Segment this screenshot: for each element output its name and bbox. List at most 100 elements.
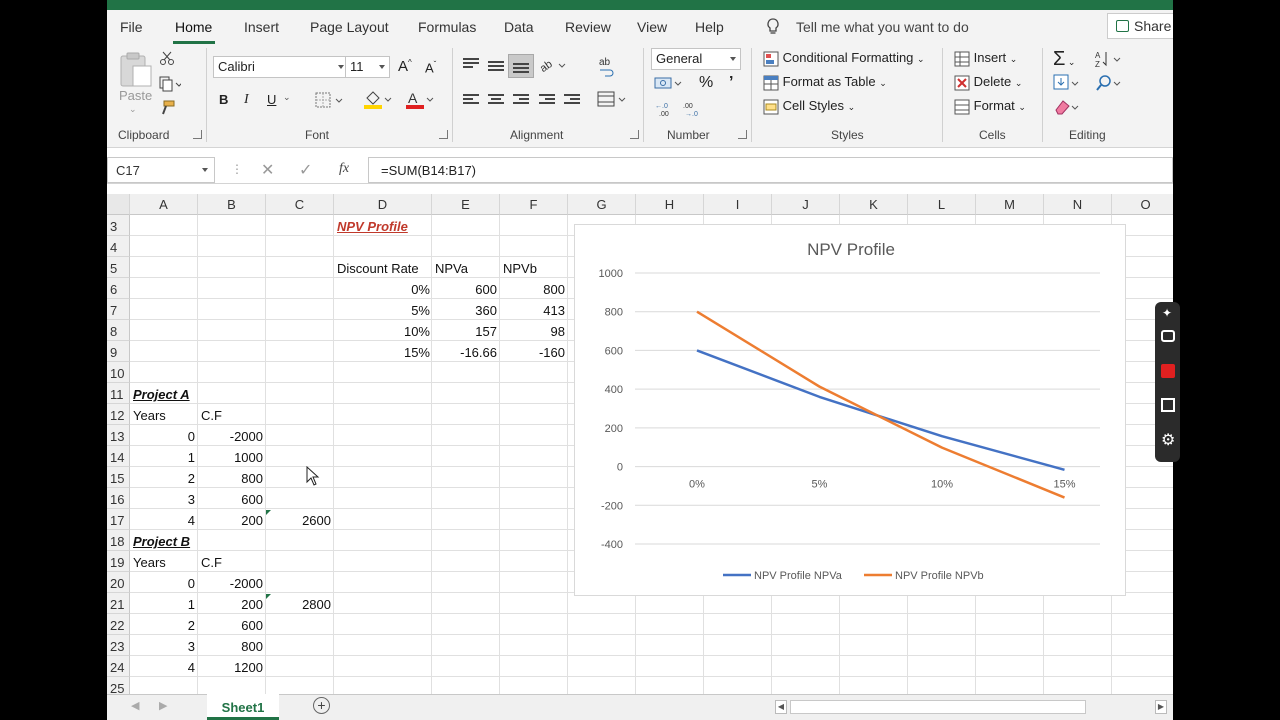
menu-file[interactable]: File — [120, 19, 143, 35]
fill-color-icon[interactable] — [363, 90, 393, 113]
menu-formulas[interactable]: Formulas — [418, 19, 476, 35]
column-header-j[interactable]: J — [772, 194, 840, 215]
number-format-select[interactable]: General — [651, 48, 741, 70]
bold-button[interactable]: B — [219, 92, 228, 107]
cell-f6[interactable]: 800 — [500, 278, 568, 299]
cell-f9[interactable]: -160 — [500, 341, 568, 362]
format-cells-button[interactable]: Format ⌄ — [954, 98, 1026, 115]
column-header-e[interactable]: E — [432, 194, 500, 215]
record-icon[interactable] — [1161, 364, 1175, 378]
menu-view[interactable]: View — [637, 19, 667, 35]
menu-page-layout[interactable]: Page Layout — [310, 19, 389, 35]
cell-d7[interactable]: 5% — [334, 299, 433, 320]
decrease-indent-icon[interactable] — [539, 94, 555, 106]
column-header-l[interactable]: L — [908, 194, 976, 215]
cell-a22[interactable]: 2 — [130, 614, 198, 635]
cell-c17[interactable]: 2600 — [266, 509, 334, 530]
cell-e9[interactable]: -16.66 — [432, 341, 500, 362]
cell-styles-button[interactable]: Cell Styles ⌄ — [763, 98, 855, 115]
decrease-font-icon[interactable]: Aˇ — [425, 60, 436, 75]
column-header-h[interactable]: H — [636, 194, 704, 215]
cell-a15[interactable]: 2 — [130, 467, 198, 488]
cell-e7[interactable]: 360 — [432, 299, 500, 320]
insert-cells-button[interactable]: Insert ⌄ — [954, 50, 1017, 67]
column-header-k[interactable]: K — [840, 194, 908, 215]
paste-dropdown-icon[interactable]: ⌄ — [129, 104, 137, 115]
align-right-icon[interactable] — [513, 94, 529, 106]
cell-e5[interactable]: NPVa — [432, 257, 468, 278]
autosum-icon[interactable]: Σ ⌄ — [1053, 48, 1075, 71]
column-header-c[interactable]: C — [266, 194, 334, 215]
row-header-8[interactable]: 8 — [107, 320, 130, 341]
font-launcher-icon[interactable] — [439, 130, 448, 139]
menu-data[interactable]: Data — [504, 19, 534, 35]
increase-font-icon[interactable]: A^ — [398, 58, 412, 75]
column-header-g[interactable]: G — [568, 194, 636, 215]
select-all-corner[interactable] — [107, 194, 130, 215]
row-header-20[interactable]: 20 — [107, 572, 130, 593]
percent-style-button[interactable]: % — [699, 74, 713, 92]
menu-help[interactable]: Help — [695, 19, 724, 35]
clear-icon[interactable] — [1053, 98, 1083, 119]
formula-input[interactable]: =SUM(B14:B17) — [368, 157, 1173, 183]
cell-b24[interactable]: 1200 — [198, 656, 266, 677]
accounting-format-icon[interactable] — [654, 74, 684, 95]
cell-a20[interactable]: 0 — [130, 572, 198, 593]
cell-b21[interactable]: 200 — [198, 593, 266, 614]
cell-a21[interactable]: 1 — [130, 593, 198, 614]
camera-icon[interactable] — [1161, 330, 1175, 342]
cell-f8[interactable]: 98 — [500, 320, 568, 341]
cell-e6[interactable]: 600 — [432, 278, 500, 299]
column-header-m[interactable]: M — [976, 194, 1044, 215]
name-box[interactable]: C17 — [107, 157, 215, 183]
column-header-i[interactable]: I — [704, 194, 772, 215]
cell-d6[interactable]: 0% — [334, 278, 433, 299]
add-sheet-icon[interactable]: + — [313, 697, 330, 714]
sheet-tab-sheet1[interactable]: Sheet1 — [207, 694, 279, 720]
cell-b22[interactable]: 600 — [198, 614, 266, 635]
comma-style-button[interactable]: ’ — [729, 74, 733, 92]
row-header-6[interactable]: 6 — [107, 278, 130, 299]
cell-a11[interactable]: Project A — [130, 383, 190, 404]
cell-f5[interactable]: NPVb — [500, 257, 537, 278]
paste-icon[interactable] — [119, 52, 153, 88]
cell-d8[interactable]: 10% — [334, 320, 433, 341]
insert-function-button[interactable]: fx — [339, 161, 349, 177]
column-header-n[interactable]: N — [1044, 194, 1112, 215]
cell-a19[interactable]: Years — [130, 551, 166, 572]
scroll-left-icon[interactable]: ◀ — [775, 700, 787, 714]
format-as-table-button[interactable]: Format as Table ⌄ — [763, 74, 887, 91]
increase-decimal-icon[interactable]: ←.0.00 — [655, 100, 679, 121]
cell-b20[interactable]: -2000 — [198, 572, 266, 593]
row-header-3[interactable]: 3 — [107, 215, 130, 236]
cell-f7[interactable]: 413 — [500, 299, 568, 320]
menu-insert[interactable]: Insert — [244, 19, 279, 35]
row-header-24[interactable]: 24 — [107, 656, 130, 677]
cancel-icon[interactable]: ✕ — [261, 160, 274, 180]
cell-b13[interactable]: -2000 — [198, 425, 266, 446]
bottom-align-button[interactable] — [508, 54, 534, 78]
clipboard-launcher-icon[interactable] — [193, 130, 202, 139]
borders-icon[interactable] — [315, 92, 345, 111]
alignment-launcher-icon[interactable] — [630, 130, 639, 139]
cell-b12[interactable]: C.F — [198, 404, 222, 425]
format-painter-icon[interactable] — [159, 100, 175, 119]
horizontal-scrollbar[interactable] — [790, 700, 1086, 714]
underline-dropdown-icon[interactable]: ⌄ — [283, 92, 291, 103]
cell-d3[interactable]: NPV Profile — [334, 215, 408, 236]
cut-icon[interactable] — [159, 50, 175, 69]
prev-sheet-icon[interactable]: ◀ — [131, 699, 139, 712]
fill-icon[interactable] — [1053, 74, 1083, 95]
row-header-13[interactable]: 13 — [107, 425, 130, 446]
cell-a17[interactable]: 4 — [130, 509, 198, 530]
row-header-5[interactable]: 5 — [107, 257, 130, 278]
cell-b17[interactable]: 200 — [198, 509, 266, 530]
row-header-21[interactable]: 21 — [107, 593, 130, 614]
cell-d9[interactable]: 15% — [334, 341, 433, 362]
italic-button[interactable]: I — [244, 92, 249, 108]
font-size-select[interactable]: 11 — [345, 56, 390, 78]
cell-a18[interactable]: Project B — [130, 530, 190, 551]
cell-d5[interactable]: Discount Rate — [334, 257, 419, 278]
cell-b14[interactable]: 1000 — [198, 446, 266, 467]
paste-label[interactable]: Paste — [119, 88, 152, 103]
